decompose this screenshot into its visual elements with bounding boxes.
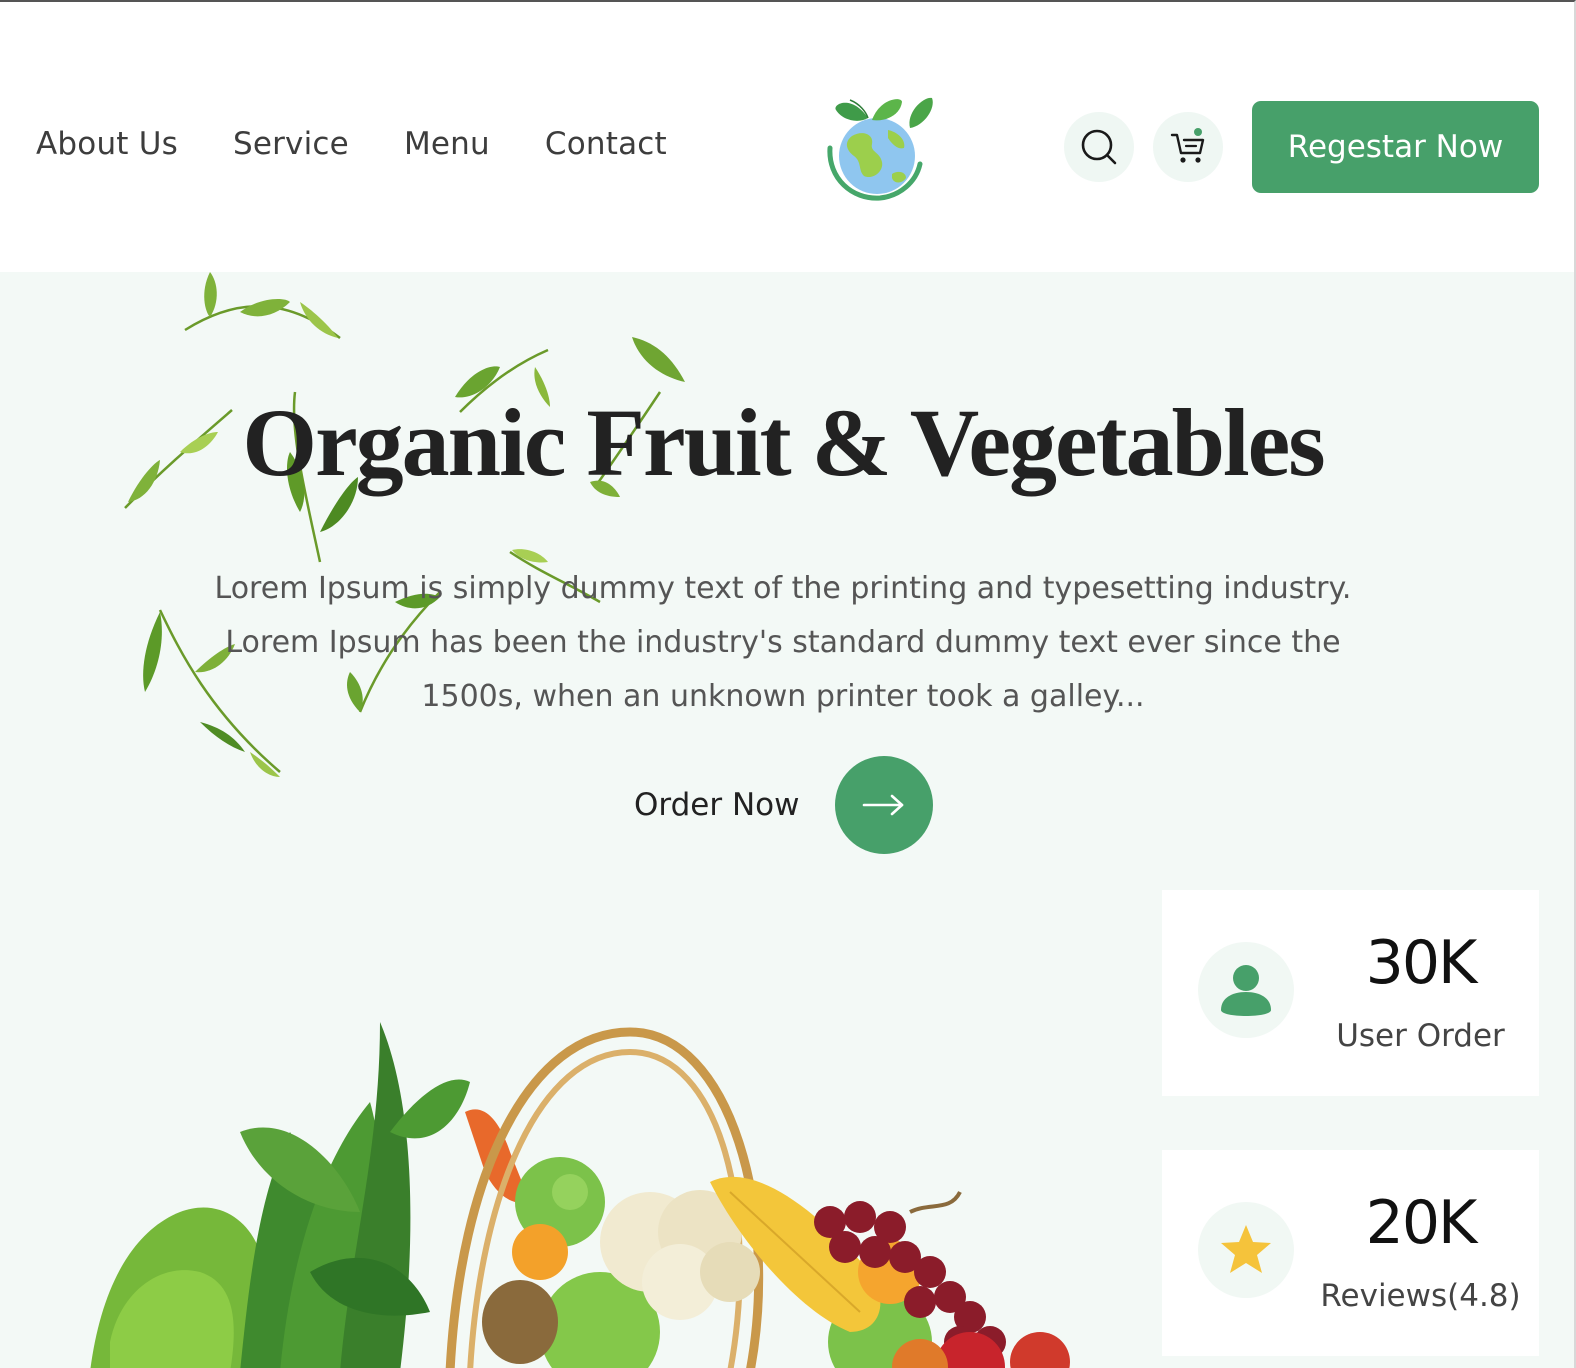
star-icon-badge xyxy=(1198,1202,1294,1298)
search-button[interactable] xyxy=(1064,112,1134,182)
hero-description: Lorem Ipsum is simply dummy text of the … xyxy=(214,571,1352,714)
hero-section: Organic Fruit & Vegetables Lorem Ipsum i… xyxy=(0,272,1574,1368)
stat-value: 30K xyxy=(1365,928,1478,998)
site-header: About Us Service Menu Contact Regestar N… xyxy=(0,2,1574,272)
stat-label: Reviews(4.8) xyxy=(1320,1278,1521,1314)
order-now-label[interactable]: Order Now xyxy=(634,787,799,823)
nav-contact[interactable]: Contact xyxy=(545,126,667,162)
register-now-button[interactable]: Regestar Now xyxy=(1252,101,1539,193)
stat-card-user-order: 30K User Order xyxy=(1162,890,1539,1096)
order-now-arrow-button[interactable] xyxy=(835,756,934,854)
arrow-right-icon xyxy=(863,794,904,816)
user-icon-badge xyxy=(1198,942,1294,1038)
cart-button[interactable] xyxy=(1153,112,1223,182)
stat-value: 20K xyxy=(1365,1188,1478,1258)
cart-icon xyxy=(1170,128,1205,163)
hero-title: Organic Fruit & Vegetables xyxy=(242,389,1325,496)
vegetable-basket-image xyxy=(90,1022,1070,1368)
stat-label: User Order xyxy=(1336,1018,1505,1054)
nav-about-us[interactable]: About Us xyxy=(36,126,178,162)
main-nav: About Us Service Menu Contact xyxy=(36,126,722,162)
globe-logo[interactable] xyxy=(822,90,940,204)
search-icon xyxy=(1081,129,1117,165)
nav-menu[interactable]: Menu xyxy=(404,126,490,162)
user-icon xyxy=(1221,965,1271,1016)
nav-service[interactable]: Service xyxy=(233,126,349,162)
decorative-leaves xyxy=(124,272,685,777)
order-now-cta[interactable]: Order Now xyxy=(634,756,934,854)
stat-card-reviews: 20K Reviews(4.8) xyxy=(1162,1150,1539,1356)
star-icon xyxy=(1221,1225,1271,1273)
